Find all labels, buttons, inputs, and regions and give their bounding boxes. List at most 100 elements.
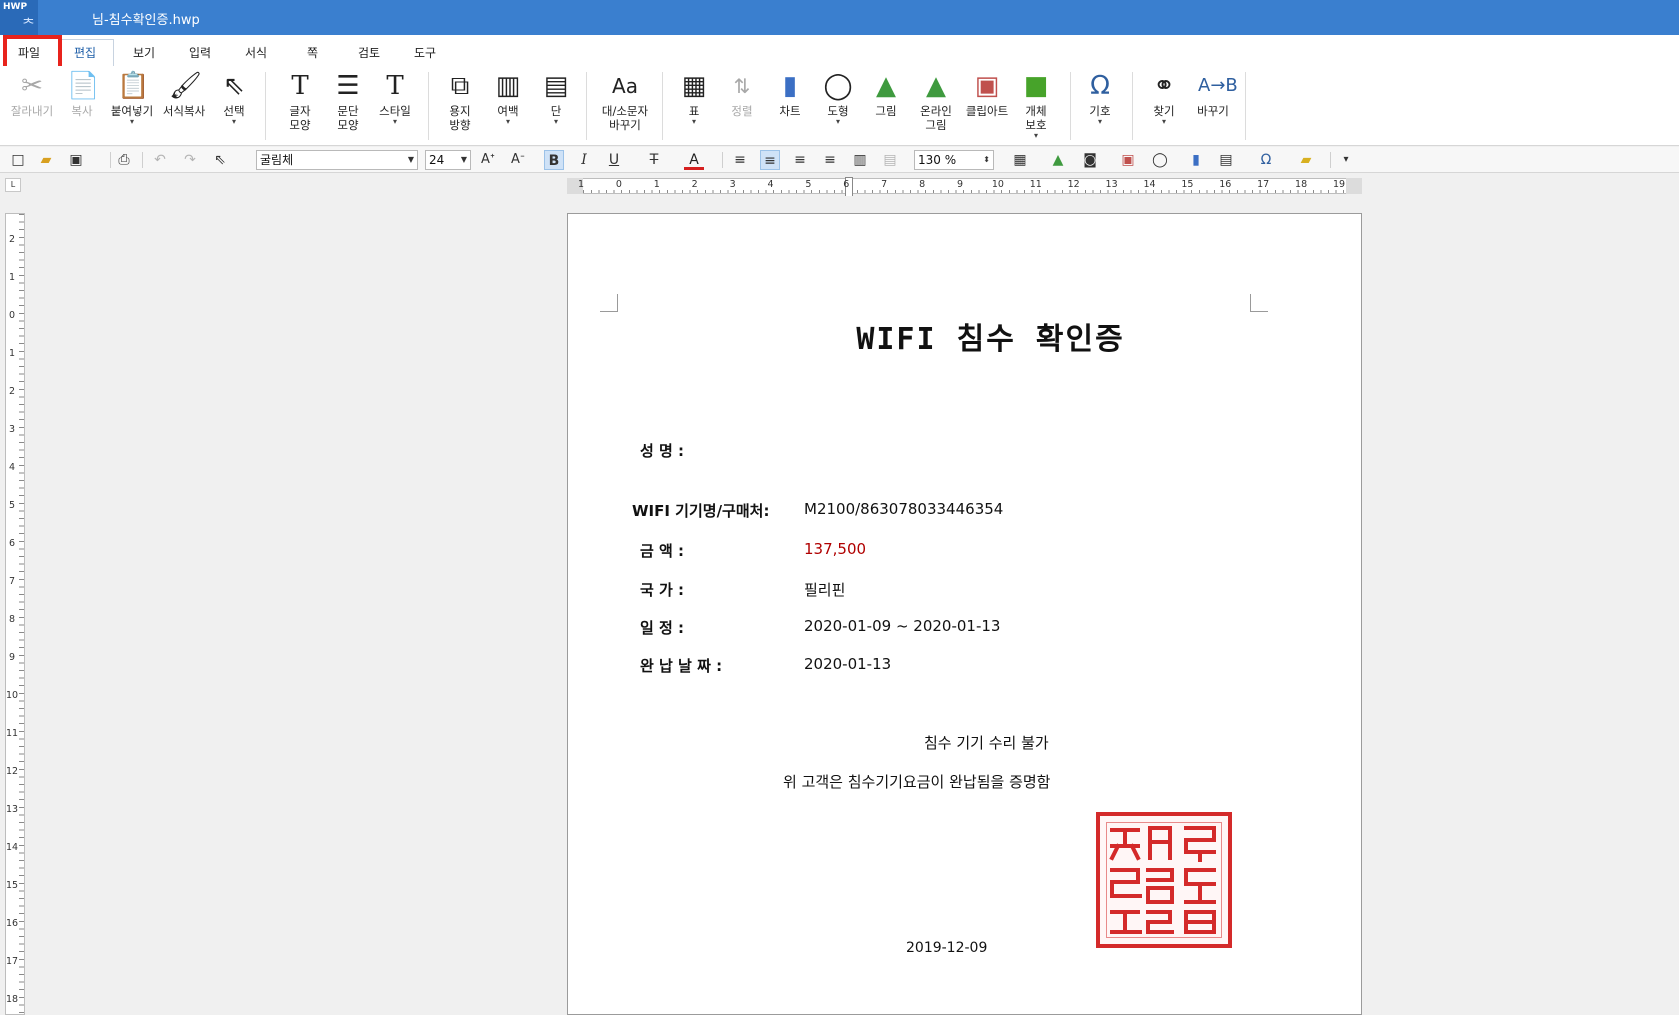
vertical-ruler-number: 5: [8, 500, 16, 511]
picture-icon[interactable]: ▲: [1048, 150, 1068, 170]
ribbon-separator: [1245, 72, 1246, 140]
ruler-number: 3: [729, 179, 736, 190]
memo-icon[interactable]: ▰: [1296, 150, 1316, 170]
tab-review[interactable]: 검토: [358, 44, 380, 61]
chart-label: 차트: [779, 104, 801, 118]
sort-button[interactable]: ⇅ 정렬: [722, 70, 762, 118]
font-name-select[interactable]: 굴림체 ▼: [256, 150, 418, 170]
font-name-value: 굴림체: [260, 153, 294, 167]
bold-icon[interactable]: B: [544, 150, 564, 170]
underline-icon[interactable]: U: [604, 150, 624, 170]
chart-icon[interactable]: ▮: [1186, 150, 1206, 170]
save-icon[interactable]: ▣: [66, 150, 86, 170]
paste-button[interactable]: 📋 붙여넣기 ▾: [106, 70, 158, 126]
align-right-icon[interactable]: ≡: [820, 150, 840, 170]
print-icon[interactable]: ⎙: [114, 150, 134, 170]
font-size-select[interactable]: 24 ▼: [425, 150, 471, 170]
online-picture-button[interactable]: ▲ 온라인 그림: [912, 70, 960, 132]
redo-icon[interactable]: ↷: [180, 150, 200, 170]
cursor-icon: ⇖: [223, 71, 245, 101]
device-value: M2100/863078033446354: [804, 500, 1004, 518]
select-button[interactable]: ⇖ 선택 ▾: [214, 70, 254, 126]
distribute-icon[interactable]: ▥: [850, 150, 870, 170]
toolbar-overflow-icon[interactable]: ▾: [1336, 150, 1356, 170]
toolbar-separator: [722, 152, 723, 168]
align-left-icon[interactable]: ≡: [760, 150, 780, 170]
paragraph-shape-button[interactable]: ☰ 문단 모양: [328, 70, 368, 132]
copy-button[interactable]: 📄 복사: [62, 70, 102, 118]
split-align-icon[interactable]: ▤: [880, 150, 900, 170]
table-button[interactable]: ▦ 표 ▾: [674, 70, 714, 126]
textbox-icon[interactable]: ▤: [1216, 150, 1236, 170]
replace-button[interactable]: A→B 바꾸기: [1190, 70, 1238, 118]
chevron-down-icon: ▾: [691, 117, 696, 126]
symbol-button[interactable]: Ω 기호 ▾: [1080, 70, 1120, 126]
chevron-down-icon: ▾: [553, 117, 558, 126]
open-folder-icon[interactable]: ▰: [36, 150, 56, 170]
chart-button[interactable]: ▮ 차트: [770, 70, 810, 118]
object-protect-label: 개체 보호: [1025, 104, 1047, 132]
sort-icon: ⇅: [733, 74, 751, 98]
find-button[interactable]: ⚭ 찾기 ▾: [1144, 70, 1184, 126]
toolbar-separator: [110, 152, 111, 168]
tab-edit[interactable]: 편집: [74, 44, 96, 61]
object-protect-icon: ■: [1023, 71, 1049, 101]
shape-icon[interactable]: ◯: [1150, 150, 1170, 170]
notice-line-2: 위 고객은 침수기기요금이 완납됨을 증명함: [783, 773, 1051, 791]
copy-label: 복사: [71, 104, 93, 118]
paid-date-label: 완 납 날 짜 :: [640, 657, 723, 675]
replace-label: 바꾸기: [1197, 104, 1229, 118]
document-page[interactable]: WIFI 침수 확인증 성 명 : WIFI 기기명/구매처: M2100/86…: [567, 213, 1362, 1015]
device-label: WIFI 기기명/구매처:: [632, 502, 770, 520]
ruler-number: 16: [1219, 179, 1232, 190]
tab-view[interactable]: 보기: [133, 44, 155, 61]
toolbar-separator: [142, 152, 143, 168]
tab-stop-corner[interactable]: L: [5, 178, 21, 192]
ribbon-separator: [662, 72, 663, 140]
app-logo[interactable]: HWP ᄎ: [0, 0, 38, 35]
strikethrough-icon[interactable]: T: [644, 150, 664, 170]
tab-page[interactable]: 쪽: [307, 44, 318, 61]
format-painter-button[interactable]: 🖌 서식복사: [158, 70, 210, 118]
clipart-button[interactable]: ▣ 클립아트: [960, 70, 1014, 118]
ribbon-separator: [586, 72, 587, 140]
ribbon: ✂ 잘라내기 📄 복사 📋 붙여넣기 ▾ 🖌 서식복사 ⇖ 선택 ▾ T 글자 …: [0, 66, 1679, 146]
ruler-right-margin: [1346, 178, 1362, 194]
align-justify-icon[interactable]: ≡: [730, 150, 750, 170]
omega-icon[interactable]: Ω: [1256, 150, 1276, 170]
align-center-icon[interactable]: ≡: [790, 150, 810, 170]
object-protect-button[interactable]: ■ 개체 보호 ▾: [1016, 70, 1056, 140]
tab-tools[interactable]: 도구: [414, 44, 436, 61]
ruler-number: 10: [991, 179, 1004, 190]
margin-button[interactable]: ▥ 여백 ▾: [488, 70, 528, 126]
columns-button[interactable]: ▤ 단 ▾: [538, 70, 574, 126]
font-color-icon[interactable]: A: [684, 150, 704, 170]
tab-format[interactable]: 서식: [245, 44, 267, 61]
zoom-select[interactable]: 130 % ⬍: [914, 150, 994, 170]
shape-button[interactable]: ◯ 도형 ▾: [818, 70, 858, 126]
page-orientation-button[interactable]: ⧉ 용지 방향: [440, 70, 480, 132]
chevron-down-icon: ▾: [231, 117, 236, 126]
picture-button[interactable]: ▲ 그림: [866, 70, 906, 118]
vertical-ruler-number: 8: [8, 614, 16, 625]
change-case-button[interactable]: Aa 대/소문자 바꾸기: [596, 70, 654, 132]
style-button[interactable]: T 스타일 ▾: [372, 70, 418, 126]
vertical-ruler-number: 10: [6, 690, 19, 701]
new-doc-icon[interactable]: □: [8, 150, 28, 170]
char-shape-button[interactable]: T 글자 모양: [280, 70, 320, 132]
cut-button[interactable]: ✂ 잘라내기: [6, 70, 58, 118]
schedule-label: 일 정 :: [640, 619, 685, 637]
format-painter-icon: 🖌: [169, 71, 203, 101]
table-icon[interactable]: ▦: [1010, 150, 1030, 170]
tab-input[interactable]: 입력: [189, 44, 211, 61]
decrease-font-icon[interactable]: Aᐨ: [508, 150, 528, 170]
camera-icon[interactable]: ◙: [1080, 150, 1100, 170]
undo-icon[interactable]: ↶: [150, 150, 170, 170]
increase-font-icon[interactable]: Aᐩ: [478, 150, 498, 170]
pointer-icon[interactable]: ⇖: [210, 150, 230, 170]
italic-icon[interactable]: I: [574, 150, 594, 170]
company-seal-stamp: [1096, 812, 1232, 948]
toolbar-separator: [1330, 152, 1331, 168]
menu-bar: 파일 편집 보기 입력 서식 쪽 검토 도구: [0, 35, 1679, 66]
clipart-icon[interactable]: ▣: [1118, 150, 1138, 170]
